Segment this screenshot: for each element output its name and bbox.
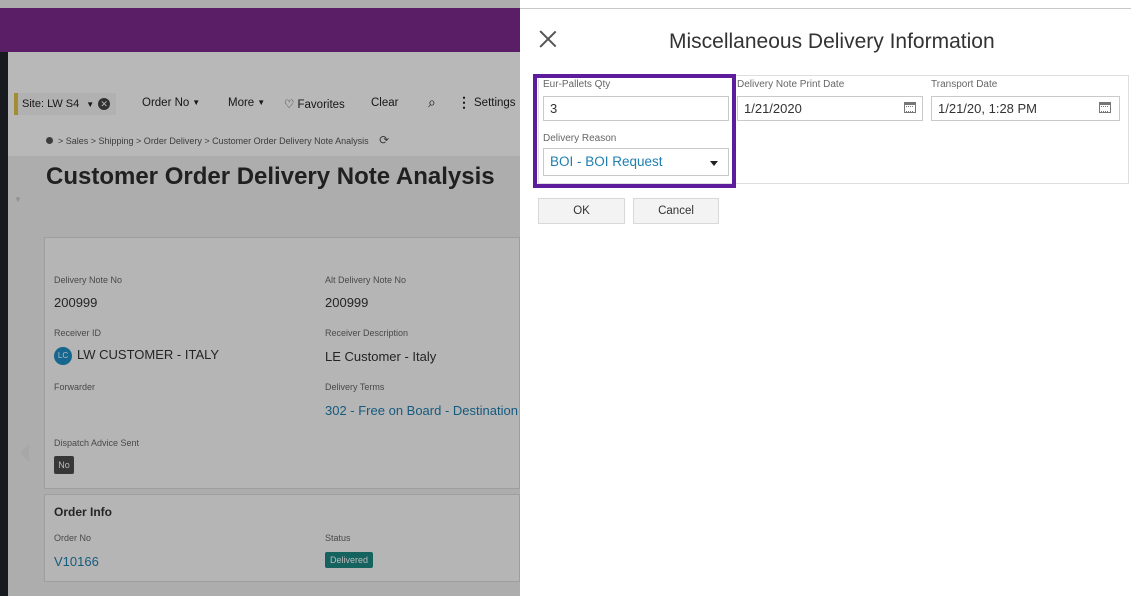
eur-pallets-label: Eur-Pallets Qty [543, 79, 611, 90]
more-label: More [228, 97, 255, 109]
order-info-title: Order Info [54, 505, 113, 519]
chevron-down-icon: ▼ [86, 99, 95, 109]
ok-button[interactable]: OK [538, 198, 625, 224]
field-label: Forwarder [54, 382, 96, 392]
background-app: Site: LW S4 ▼ ✕ Order No ▼ More ▼ ♡ Favori… [0, 0, 520, 596]
transport-date-input[interactable]: 1/21/20, 1:28 PM [931, 96, 1120, 121]
order-no-dropdown[interactable]: Order No ▼ [142, 97, 200, 109]
field-label: Receiver Description [325, 328, 409, 338]
chevron-down-icon: ▼ [257, 98, 266, 107]
cancel-button[interactable]: Cancel [633, 198, 719, 224]
close-icon[interactable] [537, 28, 559, 50]
delivery-reason-select[interactable]: BOI - BOI Request [543, 148, 729, 176]
order-no-link[interactable]: V10166 [54, 554, 99, 569]
breadcrumb-path: > Sales > Shipping > Order Delivery > Cu… [58, 136, 369, 146]
calendar-icon[interactable] [1099, 102, 1111, 113]
clear-label: Clear [371, 97, 399, 109]
field-label: Status [325, 533, 351, 543]
print-date-value: 1/21/2020 [744, 101, 802, 116]
app-root: Site: LW S4 ▼ ✕ Order No ▼ More ▼ ♡ Favori… [0, 0, 1131, 596]
transport-date-label: Transport Date [931, 79, 998, 90]
clear-button[interactable]: Clear [371, 97, 398, 109]
print-date-label: Delivery Note Print Date [737, 79, 845, 90]
delivery-terms-link[interactable]: 302 - Free on Board - Destination [325, 403, 518, 418]
delivery-reason-value: BOI - BOI Request [550, 154, 663, 169]
favorites-button[interactable]: ♡ Favorites [284, 97, 345, 111]
dialog-title: Miscellaneous Delivery Information [669, 30, 995, 53]
field-label: Alt Delivery Note No [325, 275, 407, 285]
field-label: Receiver ID [54, 328, 102, 338]
calendar-icon[interactable] [904, 102, 916, 113]
eur-pallets-input[interactable]: 3 [543, 96, 729, 121]
rail-caret-icon[interactable]: ▼ [14, 195, 22, 204]
chevron-down-icon [710, 161, 718, 166]
receiver-description-value: LE Customer - Italy [325, 349, 437, 364]
site-label: Site: LW S4 [22, 98, 80, 110]
print-date-input[interactable]: 1/21/2020 [737, 96, 923, 121]
page-title: Customer Order Delivery Note Analysis [46, 163, 495, 190]
settings-label: Settings [474, 97, 516, 109]
search-icon[interactable]: ⌕ [428, 94, 436, 111]
site-filter-chip[interactable]: Site: LW S4 ▼ ✕ [14, 93, 117, 115]
collapse-arrow-icon[interactable] [20, 444, 29, 462]
heart-icon: ♡ [284, 99, 295, 111]
app-header [0, 8, 520, 52]
chevron-down-icon: ▼ [192, 98, 201, 107]
kebab-icon[interactable]: ⋮ [457, 94, 471, 111]
receiver-id-value[interactable]: LC LW CUSTOMER - ITALY [54, 347, 219, 365]
left-rail [0, 52, 8, 596]
dispatch-advice-badge: No [54, 456, 74, 474]
favorites-label: Favorites [297, 99, 345, 111]
status-badge: Delivered [325, 552, 374, 568]
field-label: Delivery Note No [54, 275, 123, 285]
delivery-note-no-value: 200999 [54, 295, 98, 310]
settings-button[interactable]: Settings [474, 97, 516, 109]
clear-site-icon[interactable]: ✕ [98, 98, 111, 110]
breadcrumb[interactable]: > Sales > Shipping > Order Delivery > Cu… [46, 133, 389, 147]
dialog-top-border [520, 8, 1131, 9]
refresh-icon[interactable]: ⟳ [379, 133, 389, 147]
field-label: Dispatch Advice Sent [54, 438, 140, 448]
avatar: LC [54, 347, 72, 365]
home-icon[interactable] [46, 137, 53, 144]
receiver-id-text: LW CUSTOMER - ITALY [77, 347, 220, 362]
order-info-card [44, 494, 520, 582]
field-label: Delivery Terms [325, 382, 385, 392]
order-no-label: Order No [142, 97, 190, 109]
alt-delivery-note-no-value: 200999 [325, 295, 369, 310]
more-dropdown[interactable]: More ▼ [228, 97, 265, 109]
delivery-reason-label: Delivery Reason [543, 133, 617, 144]
field-label: Order No [54, 533, 92, 543]
transport-date-value: 1/21/20, 1:28 PM [938, 101, 1038, 116]
